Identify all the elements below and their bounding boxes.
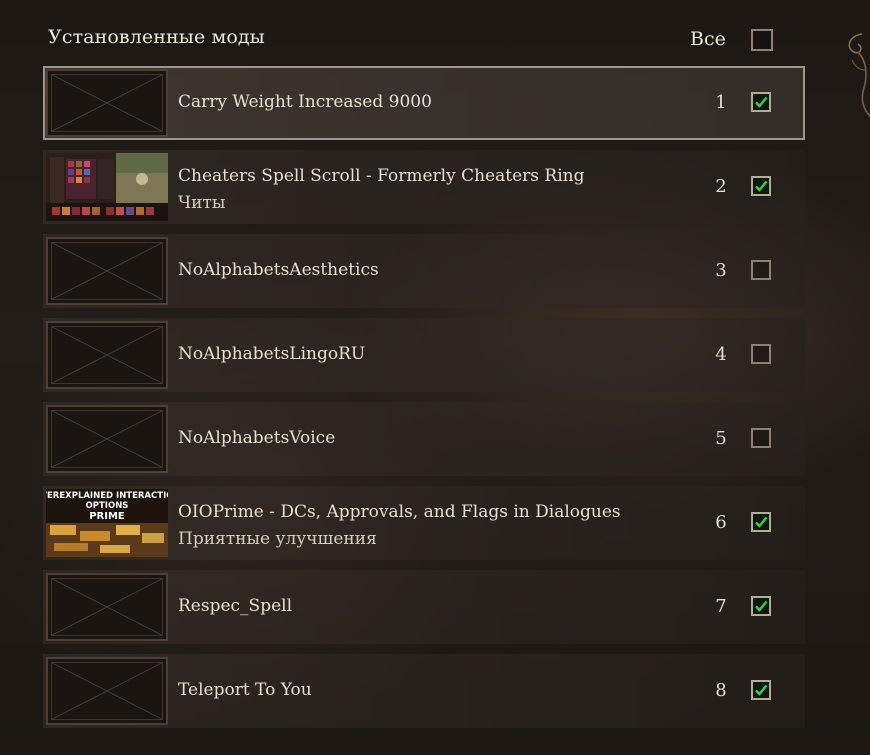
mod-name: Carry Weight Increased 9000 <box>178 92 432 112</box>
check-icon <box>755 516 768 528</box>
mod-enabled-checkbox[interactable] <box>751 260 771 280</box>
load-order-number: 3 <box>715 260 727 281</box>
mod-enabled-checkbox[interactable] <box>751 428 771 448</box>
check-icon <box>755 180 768 192</box>
load-order-number: 7 <box>715 596 727 617</box>
mod-name: NoAlphabetsVoice <box>178 428 336 448</box>
select-all-checkbox[interactable] <box>751 29 773 51</box>
load-order-number: 6 <box>715 512 727 533</box>
mod-list: Carry Weight Increased 9000 1 Cheaters S… <box>43 66 805 738</box>
mod-enabled-checkbox[interactable] <box>751 680 771 700</box>
check-icon <box>755 600 768 612</box>
mod-enabled-checkbox[interactable] <box>751 344 771 364</box>
mod-row[interactable]: Cheaters Spell Scroll - Formerly Cheater… <box>43 150 805 224</box>
mod-name: Cheaters Spell Scroll - Formerly Cheater… <box>178 166 585 186</box>
mod-name: Teleport To You <box>178 680 312 700</box>
page-title: Установленные моды <box>48 26 265 48</box>
mod-thumbnail-image <box>46 153 168 221</box>
mod-category: Читы <box>178 193 226 213</box>
load-order-number: 2 <box>715 176 727 197</box>
mod-category: Приятные улучшения <box>178 529 377 549</box>
mod-enabled-checkbox[interactable] <box>751 512 771 532</box>
mod-row[interactable]: NoAlphabetsLingoRU 4 <box>43 318 805 392</box>
placeholder-thumbnail-icon <box>46 573 168 641</box>
installed-mods-header: Установленные моды Все <box>0 0 870 64</box>
mod-enabled-checkbox[interactable] <box>751 176 771 196</box>
mod-enabled-checkbox[interactable] <box>751 596 771 616</box>
mod-row[interactable]: NoAlphabetsVoice 5 <box>43 402 805 476</box>
placeholder-thumbnail-icon <box>46 405 168 473</box>
mod-row[interactable]: Teleport To You 8 <box>43 654 805 728</box>
placeholder-thumbnail-icon <box>46 321 168 389</box>
mod-enabled-checkbox[interactable] <box>751 92 771 112</box>
check-icon <box>755 96 768 108</box>
placeholder-thumbnail-icon <box>46 237 168 305</box>
placeholder-thumbnail-icon <box>46 69 168 137</box>
thumb-text-line1: OVEREXPLAINED INTERACTION <box>46 491 168 501</box>
load-order-number: 5 <box>715 428 727 449</box>
mod-row[interactable]: Carry Weight Increased 9000 1 <box>43 66 805 140</box>
load-order-number: 8 <box>715 680 727 701</box>
check-icon <box>755 684 768 696</box>
select-all-label: Все <box>690 28 726 50</box>
mod-name: OIOPrime - DCs, Approvals, and Flags in … <box>178 502 621 522</box>
load-order-number: 4 <box>715 344 727 365</box>
mod-name: NoAlphabetsLingoRU <box>178 344 366 364</box>
mod-name: Respec_Spell <box>178 596 293 616</box>
thumb-text-line2: OPTIONS <box>86 501 129 511</box>
placeholder-thumbnail-icon <box>46 657 168 725</box>
mod-row[interactable]: NoAlphabetsAesthetics 3 <box>43 234 805 308</box>
mod-thumbnail-image: OVEREXPLAINED INTERACTION OPTIONS PRIME <box>46 489 168 557</box>
mod-row[interactable]: OVEREXPLAINED INTERACTION OPTIONS PRIME … <box>43 486 805 560</box>
mod-row[interactable]: Respec_Spell 7 <box>43 570 805 644</box>
mod-name: NoAlphabetsAesthetics <box>178 260 379 280</box>
thumb-text-line3: PRIME <box>89 511 125 522</box>
load-order-number: 1 <box>715 92 727 113</box>
